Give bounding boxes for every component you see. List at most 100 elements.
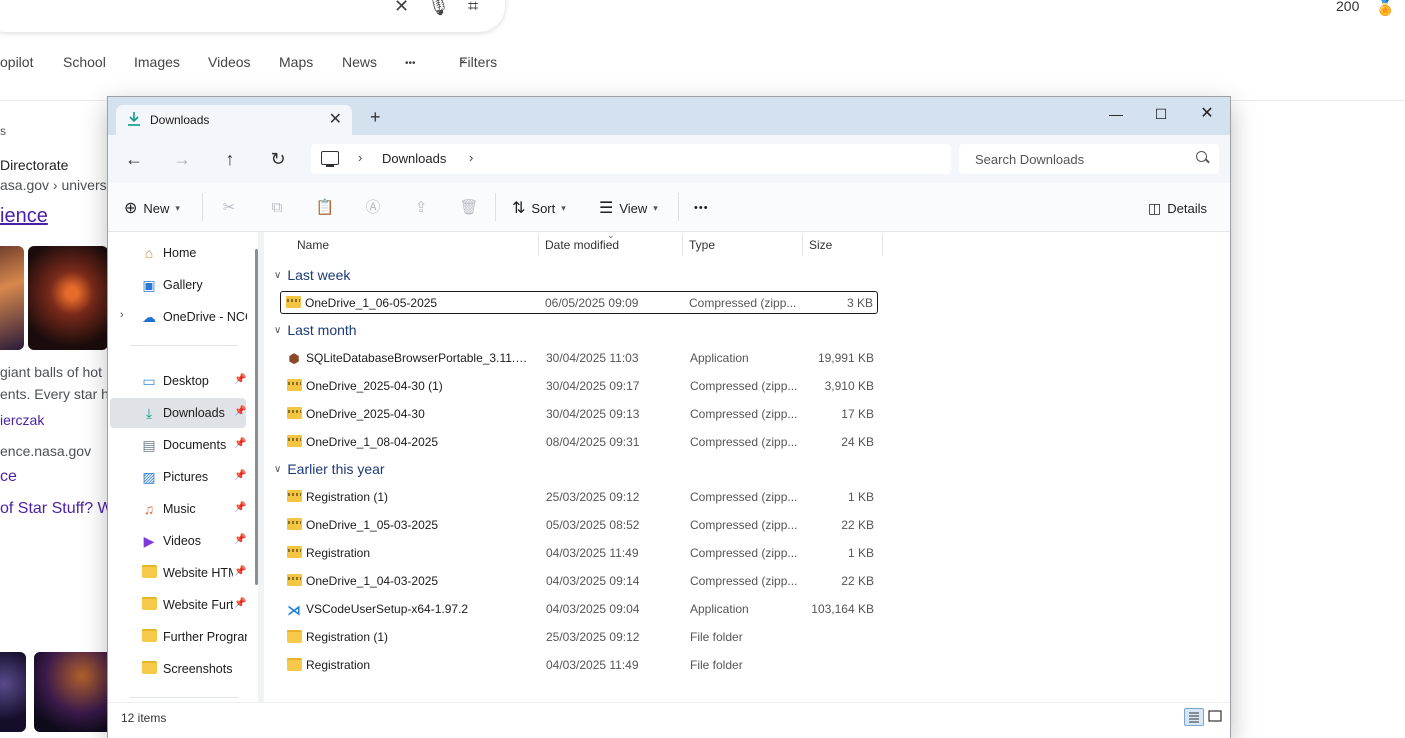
file-row[interactable]: OneDrive_1_05-03-2025 05/03/2025 08:52 C… [282, 514, 878, 536]
sort-button[interactable]: ⇅ Sort ▾ [512, 197, 566, 219]
group-header-last-week[interactable]: ∨ Last week [274, 267, 350, 283]
sidebar-item-home[interactable]: ⌂ Home [110, 238, 246, 268]
rewards-medal-icon[interactable]: 🏅 [1374, 0, 1396, 17]
search-input[interactable] [973, 151, 1187, 168]
minimize-button[interactable]: — [1096, 101, 1136, 127]
sidebar-scrollbar-track[interactable] [258, 232, 264, 702]
back-button[interactable]: ← [122, 147, 146, 171]
sidebar-item-desktop[interactable]: ▭ Desktop 📌 [110, 366, 246, 396]
view-button[interactable]: ☰ View ▾ [599, 197, 658, 219]
visual-search-icon[interactable]: ⌗ [468, 0, 478, 17]
sidebar-item-music[interactable]: ♫ Music 📌 [110, 494, 247, 524]
zip-icon [286, 574, 302, 588]
column-divider[interactable] [538, 234, 539, 256]
group-header-earlier-this-year[interactable]: ∨ Earlier this year [274, 461, 385, 477]
copy-icon[interactable]: ⧉ [266, 197, 288, 219]
sidebar-scrollbar-thumb[interactable] [255, 249, 258, 585]
result-image-galaxy[interactable] [28, 246, 108, 350]
this-pc-icon[interactable] [321, 151, 339, 167]
more-options-button[interactable]: ••• [694, 197, 709, 219]
delete-icon[interactable]: 🗑 [458, 197, 480, 219]
file-row[interactable]: OneDrive_2025-04-30 (1) 30/04/2025 09:17… [282, 375, 878, 397]
cut-icon[interactable]: ✂ [218, 197, 240, 219]
file-row[interactable]: Registration (1) 25/03/2025 09:12 File f… [282, 626, 878, 648]
breadcrumb-chevron-icon[interactable]: › [358, 150, 362, 165]
new-tab-button[interactable]: + [370, 107, 381, 128]
details-pane-icon: ◫ [1148, 199, 1162, 216]
result-author-link[interactable]: ierczak [0, 412, 44, 428]
search-tab-copilot[interactable]: opilot [0, 54, 33, 70]
file-row[interactable]: ⋊ VSCodeUserSetup-x64-1.97.2 04/03/2025 … [282, 598, 878, 620]
sidebar-item-website-html[interactable]: Website HTML 📌 [110, 558, 246, 588]
result-link-3[interactable]: of Star Stuff? We [0, 500, 121, 518]
address-bar[interactable]: › Downloads › [311, 144, 951, 174]
tab-close-icon[interactable]: ✕ [329, 109, 342, 129]
pin-icon[interactable]: 📌 [234, 566, 246, 577]
column-header-size[interactable]: Size [809, 238, 832, 252]
search-tab-school[interactable]: School [63, 54, 106, 70]
sidebar-item-documents[interactable]: ▤ Documents 📌 [110, 430, 246, 460]
file-row[interactable]: Registration 04/03/2025 11:49 File folde… [282, 654, 878, 676]
column-divider[interactable] [682, 234, 683, 256]
tab-downloads[interactable]: Downloads ✕ [116, 105, 352, 136]
close-icon[interactable]: ✕ [394, 0, 409, 17]
file-row[interactable]: OneDrive_2025-04-30 30/04/2025 09:13 Com… [282, 403, 878, 425]
file-row[interactable]: ⬢ SQLiteDatabaseBrowserPortable_3.11.2_E… [282, 347, 878, 369]
details-pane-button[interactable]: ◫ Details [1148, 197, 1207, 219]
group-header-last-month[interactable]: ∨ Last month [274, 322, 357, 338]
file-row[interactable]: OneDrive_1_04-03-2025 04/03/2025 09:14 C… [282, 570, 878, 592]
share-icon[interactable]: ⇪ [410, 197, 432, 219]
title-bar[interactable]: Downloads ✕ + — ☐ ✕ [108, 97, 1230, 136]
search-tab-news[interactable]: News [342, 54, 377, 70]
result-image-stars-2[interactable] [34, 652, 114, 732]
column-header-name[interactable]: Name [297, 238, 329, 252]
pin-icon[interactable]: 📌 [234, 534, 246, 545]
chevron-right-icon[interactable]: › [120, 309, 124, 321]
search-tab-more[interactable]: ••• [405, 58, 416, 69]
sidebar-item-screenshots[interactable]: Screenshots [110, 654, 246, 684]
pin-icon[interactable]: 📌 [234, 502, 246, 513]
file-row[interactable]: OneDrive_1_08-04-2025 08/04/2025 09:31 C… [282, 431, 878, 453]
sidebar-item-website-further[interactable]: Website Further 📌 [110, 590, 246, 620]
column-divider[interactable] [802, 234, 803, 256]
result-link-2[interactable]: ce [0, 468, 17, 486]
breadcrumb-downloads[interactable]: Downloads [382, 151, 446, 166]
forward-button[interactable]: → [170, 147, 194, 171]
pin-icon[interactable]: 📌 [234, 374, 246, 385]
search-tab-maps[interactable]: Maps [279, 54, 313, 70]
pin-icon[interactable]: 📌 [234, 598, 246, 609]
search-tab-videos[interactable]: Videos [208, 54, 251, 70]
sidebar-item-onedrive[interactable]: › ☁ OneDrive - NCG [110, 302, 247, 332]
pin-icon[interactable]: 📌 [234, 470, 246, 481]
details-view-toggle[interactable] [1184, 708, 1204, 726]
column-header-date[interactable]: Date modified [545, 238, 619, 252]
file-row[interactable]: Registration 04/03/2025 11:49 Compressed… [282, 542, 878, 564]
paste-icon[interactable]: 📋 [314, 197, 336, 219]
result-title-link[interactable]: ience [0, 205, 48, 228]
microphone-icon[interactable]: 🎙 [427, 0, 450, 17]
breadcrumb-chevron-icon[interactable]: › [469, 150, 473, 165]
search-box[interactable] [959, 144, 1219, 174]
sidebar-item-further-programming[interactable]: Further Programming [110, 622, 247, 652]
search-tab-images[interactable]: Images [134, 54, 180, 70]
new-button[interactable]: ⊕ New ▾ [124, 197, 180, 219]
sidebar-item-gallery[interactable]: ▣ Gallery [110, 270, 246, 300]
pin-icon[interactable]: 📌 [234, 438, 246, 449]
pin-icon[interactable]: 📌 [234, 406, 246, 417]
close-window-button[interactable]: ✕ [1187, 101, 1227, 127]
sidebar-item-pictures[interactable]: ▨ Pictures 📌 [110, 462, 246, 492]
file-row[interactable]: OneDrive_1_06-05-2025 06/05/2025 09:09 C… [280, 291, 878, 314]
column-divider[interactable] [882, 234, 883, 256]
file-size: 24 KB [841, 435, 874, 449]
up-button[interactable]: ↑ [218, 147, 242, 171]
file-size: 1 KB [847, 490, 874, 504]
file-row[interactable]: Registration (1) 25/03/2025 09:12 Compre… [282, 486, 878, 508]
sidebar-item-videos[interactable]: ▶ Videos 📌 [110, 526, 247, 556]
column-header-type[interactable]: Type [689, 238, 715, 252]
result-image-nebula[interactable] [0, 246, 24, 350]
result-image-stars-1[interactable] [0, 652, 26, 732]
rename-icon[interactable]: Ⓐ [362, 197, 384, 219]
refresh-button[interactable]: ↻ [266, 147, 290, 171]
sidebar-item-downloads[interactable]: ⤓ Downloads 📌 [110, 398, 246, 428]
maximize-button[interactable]: ☐ [1141, 101, 1181, 127]
